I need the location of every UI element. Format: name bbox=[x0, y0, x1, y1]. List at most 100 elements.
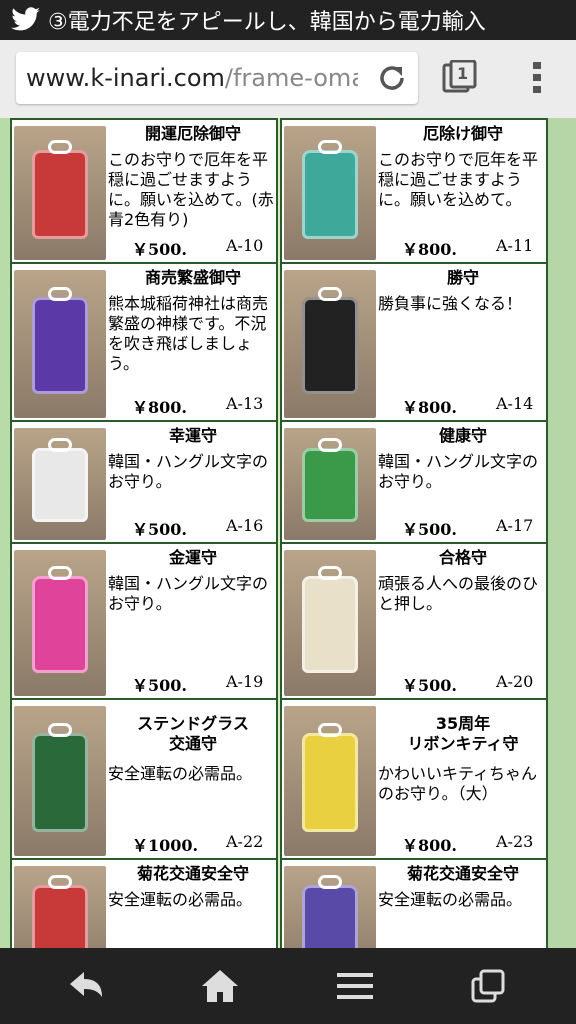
product-price: ￥500. bbox=[132, 676, 187, 695]
product-card[interactable]: 商売繁盛御守 熊本城稲荷神社は商売繁盛の神様です。不況を吹き飛ばしましょう。 ￥80… bbox=[10, 262, 278, 422]
charm-knot-icon bbox=[318, 875, 342, 890]
omamori-charm-image bbox=[32, 140, 88, 239]
product-photo[interactable] bbox=[14, 270, 106, 418]
product-photo[interactable] bbox=[14, 866, 106, 948]
charm-knot-icon bbox=[318, 286, 342, 301]
omamori-charm-image bbox=[302, 875, 358, 948]
product-card[interactable]: 金運守 韓国・ハングル文字のお守り。 ￥500. A-19 bbox=[10, 542, 278, 700]
tabs-button[interactable]: 1 bbox=[442, 59, 478, 96]
product-card[interactable]: 健康守 韓国・ハングル文字のお守り。 ￥500. A-17 bbox=[280, 420, 548, 544]
product-description: 韓国・ハングル文字のお守り。 bbox=[378, 452, 539, 491]
notification-title: ③電力不足をアピールし、韓国から電力輸入 bbox=[48, 10, 486, 35]
product-photo[interactable] bbox=[284, 866, 376, 948]
product-price: ￥800. bbox=[402, 240, 457, 259]
product-price: ￥500. bbox=[402, 676, 457, 695]
url-field[interactable]: www.k-inari.com/frame-omamc bbox=[16, 52, 418, 104]
omamori-charm-image bbox=[302, 140, 358, 239]
product-name: 合格守 bbox=[438, 548, 487, 567]
product-code: A-13 bbox=[226, 394, 264, 413]
product-photo[interactable] bbox=[284, 270, 376, 418]
product-photo[interactable] bbox=[14, 428, 106, 540]
charm-knot-icon bbox=[48, 438, 72, 453]
tab-count: 1 bbox=[457, 64, 469, 83]
product-code: A-19 bbox=[226, 672, 264, 691]
twitter-bird-icon bbox=[8, 2, 44, 38]
product-code: A-20 bbox=[496, 672, 534, 691]
status-bar: ③電力不足をアピールし、韓国から電力輸入 bbox=[0, 0, 576, 40]
back-arrow-icon[interactable] bbox=[64, 966, 108, 1006]
product-card[interactable]: 菊花交通安全守 安全運転の必需品。 bbox=[280, 858, 548, 948]
product-name: 開運厄除御守 bbox=[144, 124, 241, 143]
product-card[interactable]: 菊花交通安全守安全運転の必需品。 bbox=[10, 858, 278, 948]
product-description: このお守りで厄年を平穏に過ごせますように。願いを込めて。(赤青2色有り) bbox=[108, 150, 274, 229]
product-card[interactable]: 開運厄除御守このお守りで厄年を平穏に過ごせますように。願いを込めて。(赤青2色有… bbox=[10, 118, 278, 264]
product-description: かわいいキティちゃんのお守り。（大） bbox=[378, 764, 538, 803]
product-code: A-23 bbox=[496, 832, 534, 851]
product-description: 頑張る人への最後のひと押し。 bbox=[378, 574, 539, 613]
product-description: このお守りで厄年を平穏に過ごせますように。願いを込めて。 bbox=[378, 150, 539, 209]
charm-knot-icon bbox=[48, 875, 72, 890]
menu-lines-icon[interactable] bbox=[333, 966, 377, 1006]
product-photo[interactable] bbox=[284, 550, 376, 696]
omamori-charm-image bbox=[32, 875, 88, 948]
product-name: 幸運守 bbox=[168, 426, 217, 445]
charm-knot-icon bbox=[318, 566, 342, 581]
product-description: 安全運転の必需品。 bbox=[378, 890, 523, 909]
product-price: ￥500. bbox=[402, 520, 457, 539]
product-name: 35周年 リボンキティ守 bbox=[407, 714, 519, 753]
omamori-charm-image bbox=[32, 438, 88, 523]
url-path: /frame-omamc bbox=[224, 64, 358, 92]
url-domain: www.k-inari.com bbox=[26, 64, 225, 92]
product-photo[interactable] bbox=[14, 706, 106, 856]
charm-knot-icon bbox=[318, 438, 342, 453]
product-description: 安全運転の必需品。 bbox=[108, 764, 253, 783]
product-photo[interactable] bbox=[284, 706, 376, 856]
reload-icon[interactable] bbox=[376, 62, 408, 94]
product-photo[interactable] bbox=[284, 126, 376, 260]
product-price: ￥800. bbox=[402, 398, 457, 417]
product-price: ￥1000. bbox=[132, 836, 199, 855]
product-code: A-16 bbox=[226, 516, 264, 535]
omamori-charm-image bbox=[302, 286, 358, 395]
product-name: 商売繁盛御守 bbox=[144, 268, 241, 287]
navigation-bar bbox=[0, 948, 576, 1024]
charm-knot-icon bbox=[48, 140, 72, 155]
omamori-charm-image bbox=[32, 723, 88, 832]
product-description: 韓国・ハングル文字のお守り。 bbox=[108, 452, 269, 491]
product-price: ￥500. bbox=[132, 520, 187, 539]
omamori-charm-image bbox=[32, 566, 88, 673]
product-name: ステンドグラス 交通守 bbox=[137, 714, 249, 753]
product-card[interactable]: ステンドグラス 交通守安全運転の必需品。 ￥1000. A-22 bbox=[10, 698, 278, 860]
product-description: 韓国・ハングル文字のお守り。 bbox=[108, 574, 269, 613]
product-card[interactable]: 幸運守韓国・ハングル文字のお守り。 ￥500. A-16 bbox=[10, 420, 278, 544]
product-photo[interactable] bbox=[14, 126, 106, 260]
web-content[interactable]: 開運厄除御守このお守りで厄年を平穏に過ごせますように。願いを込めて。(赤青2色有… bbox=[0, 118, 576, 948]
product-name: 菊花交通安全守 bbox=[136, 864, 249, 883]
product-card[interactable]: 35周年 リボンキティ守かわいいキティちゃんのお守り。（大） ￥800. A-23 bbox=[280, 698, 548, 860]
product-description: 安全運転の必需品。 bbox=[108, 890, 253, 909]
product-price: ￥800. bbox=[132, 398, 187, 417]
right-partial-column bbox=[548, 118, 576, 948]
product-description: 勝負事に強くなる！ bbox=[378, 294, 523, 313]
overflow-menu-icon[interactable] bbox=[528, 60, 546, 96]
product-card[interactable]: 勝守 勝負事に強くなる！ ￥800. A-14 bbox=[280, 262, 548, 422]
charm-knot-icon bbox=[318, 723, 342, 737]
product-card[interactable]: 厄除け御守 このお守りで厄年を平穏に過ごせますように。願いを込めて。 ￥800. A-… bbox=[280, 118, 548, 264]
recent-apps-icon[interactable] bbox=[466, 966, 510, 1006]
product-card[interactable]: 合格守頑張る人への最後のひと押し。 ￥500. A-20 bbox=[280, 542, 548, 700]
omamori-charm-image bbox=[302, 566, 358, 673]
charm-knot-icon bbox=[48, 286, 72, 301]
product-name: 健康守 bbox=[438, 426, 487, 445]
product-code: A-10 bbox=[226, 236, 264, 255]
product-photo[interactable] bbox=[284, 428, 376, 540]
product-price: ￥500. bbox=[132, 240, 187, 259]
product-code: A-14 bbox=[496, 394, 534, 413]
home-icon[interactable] bbox=[198, 966, 242, 1006]
product-photo[interactable] bbox=[14, 550, 106, 696]
product-price: ￥800. bbox=[402, 836, 457, 855]
product-name: 厄除け御守 bbox=[422, 124, 503, 143]
charm-knot-icon bbox=[48, 566, 72, 581]
url-text[interactable]: www.k-inari.com/frame-omamc bbox=[26, 64, 358, 92]
product-code: A-22 bbox=[226, 832, 264, 851]
charm-knot-icon bbox=[48, 723, 72, 737]
